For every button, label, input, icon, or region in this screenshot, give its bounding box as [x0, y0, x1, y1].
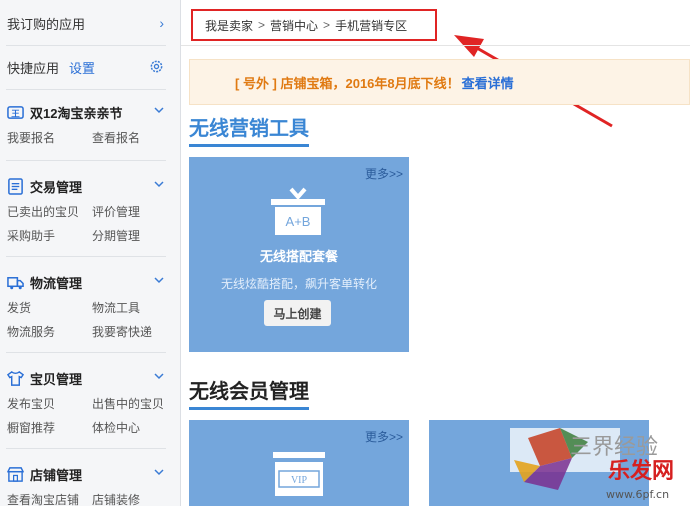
breadcrumb-separator: >	[323, 18, 331, 32]
sidebar-item-window-recommend[interactable]: 橱窗推荐	[7, 419, 92, 436]
sidebar-item-logistics-tools[interactable]: 物流工具	[92, 299, 177, 316]
settings-link[interactable]: 设置	[69, 58, 95, 77]
bundle-icon-text: A+B	[286, 214, 311, 229]
vip-box-icon: VIP	[273, 452, 325, 496]
sidebar-item-checkup[interactable]: 体检中心	[92, 419, 177, 436]
divider	[6, 448, 166, 449]
sidebar-item-sold[interactable]: 已卖出的宝贝	[7, 203, 92, 220]
group-trade: 交易管理 已卖出的宝贝 评价管理 采购助手 分期管理	[0, 176, 180, 244]
vip-icon-text: VIP	[291, 475, 308, 486]
chevron-right-icon: ›	[159, 15, 164, 31]
watermark-logo: 三界经验 乐发网 www.6pf.cn	[510, 428, 674, 501]
more-link[interactable]: 更多>>	[365, 165, 403, 182]
divider	[6, 45, 166, 46]
group-double12: 王 双12淘宝亲亲节 我要报名 查看报名	[0, 102, 180, 146]
shirt-icon	[7, 370, 24, 386]
group-header[interactable]: 店铺管理	[0, 464, 180, 484]
sidebar-item-logistics-service[interactable]: 物流服务	[7, 323, 92, 340]
sidebar-item-reviews[interactable]: 评价管理	[92, 203, 177, 220]
group-items-management: 宝贝管理 发布宝贝 出售中的宝贝 橱窗推荐 体检中心	[0, 368, 180, 436]
card-description: 无线炫酷搭配，飙升客单转化	[220, 277, 377, 291]
gear-icon[interactable]	[149, 59, 164, 74]
event-icon: 王	[7, 105, 24, 119]
chevron-down-icon[interactable]	[153, 178, 165, 190]
sidebar-item-view-shop[interactable]: 查看淘宝店铺	[7, 491, 92, 506]
group-title: 双12淘宝亲亲节	[30, 105, 123, 121]
sidebar-item-ship[interactable]: 发货	[7, 299, 92, 316]
sidebar-item-on-sale[interactable]: 出售中的宝贝	[92, 395, 177, 412]
group-shop: 店铺管理 查看淘宝店铺 店铺装修	[0, 464, 180, 506]
breadcrumb-item-current: 手机营销专区	[335, 18, 408, 33]
sidebar-item-shop-decor[interactable]: 店铺装修	[92, 491, 177, 506]
chevron-down-icon[interactable]	[153, 466, 165, 478]
sidebar-item-view-signup[interactable]: 查看报名	[92, 129, 177, 146]
svg-text:王: 王	[11, 109, 20, 119]
more-link[interactable]: 更多>>	[365, 428, 403, 445]
group-header[interactable]: 交易管理	[0, 176, 180, 196]
sidebar-item-send-express[interactable]: 我要寄快递	[92, 323, 177, 340]
divider	[6, 160, 166, 161]
sidebar-item-signup[interactable]: 我要报名	[7, 129, 92, 146]
quick-apps-label: 快捷应用	[7, 60, 60, 76]
group-title: 交易管理	[30, 179, 83, 195]
wireless-bundle-card: 更多>> A+B 无线搭配套餐 无线炫酷搭配，飙升客单转化 马上创建	[189, 157, 409, 352]
group-header[interactable]: 物流管理	[0, 272, 180, 292]
subscribed-apps-row[interactable]: 我订购的应用 ›	[0, 3, 180, 43]
group-title: 物流管理	[30, 275, 83, 291]
notice-text: [ 号外 ] 店铺宝箱，2016年8月底下线！	[235, 75, 460, 91]
subscribed-apps-label: 我订购的应用	[7, 16, 86, 32]
breadcrumb-item[interactable]: 我是卖家	[205, 17, 253, 34]
bundle-box-icon: A+B	[271, 187, 325, 235]
vip-card: 更多>> VIP	[189, 420, 409, 506]
divider	[181, 45, 690, 46]
sidebar-item-purchase-helper[interactable]: 采购助手	[7, 227, 92, 244]
divider	[6, 256, 166, 257]
group-title: 宝贝管理	[30, 371, 83, 387]
truck-icon	[7, 276, 24, 289]
divider	[6, 352, 166, 353]
group-header[interactable]: 王 双12淘宝亲亲节	[0, 102, 180, 122]
document-icon	[8, 177, 23, 195]
sidebar-item-publish[interactable]: 发布宝贝	[7, 395, 92, 412]
notice-details-link[interactable]: 查看详情	[462, 73, 514, 92]
shop-icon	[7, 466, 24, 482]
watermark-url: www.6pf.cn	[606, 488, 669, 501]
section-title-wireless-marketing: 无线营销工具	[189, 112, 309, 147]
watermark-text: 三界经验	[570, 435, 658, 460]
sidebar-item-installments[interactable]: 分期管理	[92, 227, 177, 244]
sidebar: 我订购的应用 › 快捷应用 设置 王 双12淘宝亲亲节 我要报名 查看报名 交易…	[0, 0, 181, 506]
divider	[6, 89, 166, 90]
breadcrumb: 我是卖家 > 营销中心 > 手机营销专区	[191, 9, 437, 41]
watermark-brand: 乐发网	[608, 458, 674, 484]
breadcrumb-item[interactable]: 营销中心	[270, 17, 318, 34]
notice-banner: [ 号外 ] 店铺宝箱，2016年8月底下线！ 查看详情	[189, 59, 690, 105]
chevron-down-icon[interactable]	[153, 104, 165, 116]
group-header[interactable]: 宝贝管理	[0, 368, 180, 388]
section-title-wireless-member: 无线会员管理	[189, 375, 309, 410]
breadcrumb-separator: >	[258, 18, 266, 32]
group-logistics: 物流管理 发货 物流工具 物流服务 我要寄快递	[0, 272, 180, 340]
chevron-down-icon[interactable]	[153, 274, 165, 286]
chevron-down-icon[interactable]	[153, 370, 165, 382]
quick-apps-row: 快捷应用 设置	[0, 47, 180, 87]
card-title: 无线搭配套餐	[259, 249, 338, 264]
group-title: 店铺管理	[30, 467, 83, 483]
create-now-button[interactable]: 马上创建	[264, 300, 331, 326]
